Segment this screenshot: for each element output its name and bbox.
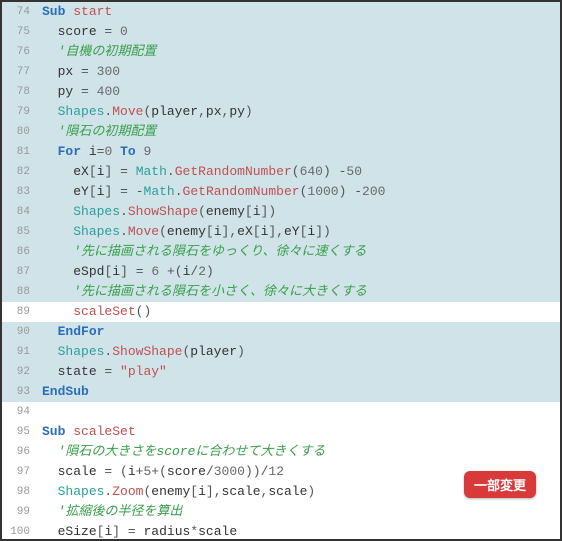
code-line[interactable]: 96 '隕石の大きさをscoreに合わせて大きくする — [2, 442, 560, 462]
line-content: '隕石の大きさをscoreに合わせて大きくする — [40, 442, 560, 462]
code-line[interactable]: 87 eSpd[i] = 6 +(i/2) — [2, 262, 560, 282]
line-content: '先に描画される隕石を小さく、徐々に大きくする — [40, 282, 560, 302]
code-line[interactable]: 88 '先に描画される隕石を小さく、徐々に大きくする — [2, 282, 560, 302]
line-number: 89 — [2, 302, 40, 322]
code-line[interactable]: 94 — [2, 402, 560, 422]
line-number: 82 — [2, 162, 40, 182]
line-number: 75 — [2, 22, 40, 42]
line-content: Sub start — [40, 2, 560, 22]
line-content: '自機の初期配置 — [40, 42, 560, 62]
code-line[interactable]: 79 Shapes.Move(player,px,py) — [2, 102, 560, 122]
code-line[interactable]: 75 score = 0 — [2, 22, 560, 42]
line-content: eSpd[i] = 6 +(i/2) — [40, 262, 560, 282]
line-content: EndSub — [40, 382, 560, 402]
line-number: 84 — [2, 202, 40, 222]
line-number: 99 — [2, 502, 40, 522]
line-content: eY[i] = -Math.GetRandomNumber(1000) -200 — [40, 182, 560, 202]
line-content: px = 300 — [40, 62, 560, 82]
line-content: eX[i] = Math.GetRandomNumber(640) -50 — [40, 162, 560, 182]
line-content: Sub scaleSet — [40, 422, 560, 442]
line-content: For i=0 To 9 — [40, 142, 560, 162]
line-number: 83 — [2, 182, 40, 202]
line-number: 97 — [2, 462, 40, 482]
line-content: scaleSet() — [40, 302, 560, 322]
code-line[interactable]: 76 '自機の初期配置 — [2, 42, 560, 62]
line-number: 91 — [2, 342, 40, 362]
line-content: Shapes.ShowShape(enemy[i]) — [40, 202, 560, 222]
line-content: score = 0 — [40, 22, 560, 42]
line-number: 95 — [2, 422, 40, 442]
line-number: 74 — [2, 2, 40, 22]
line-number: 92 — [2, 362, 40, 382]
line-number: 90 — [2, 322, 40, 342]
line-number: 88 — [2, 282, 40, 302]
code-area[interactable]: 74Sub start75 score = 076 '自機の初期配置77 px … — [2, 2, 560, 539]
code-line[interactable]: 82 eX[i] = Math.GetRandomNumber(640) -50 — [2, 162, 560, 182]
code-line[interactable]: 89 scaleSet() — [2, 302, 560, 322]
code-line[interactable]: 77 px = 300 — [2, 62, 560, 82]
code-line[interactable]: 86 '先に描画される隕石をゆっくり、徐々に速くする — [2, 242, 560, 262]
line-number: 77 — [2, 62, 40, 82]
line-number: 85 — [2, 222, 40, 242]
line-number: 86 — [2, 242, 40, 262]
code-line[interactable]: 83 eY[i] = -Math.GetRandomNumber(1000) -… — [2, 182, 560, 202]
line-number: 78 — [2, 82, 40, 102]
code-line[interactable]: 80 '隕石の初期配置 — [2, 122, 560, 142]
line-content: Shapes.Move(enemy[i],eX[i],eY[i]) — [40, 222, 560, 242]
code-line[interactable]: 99 '拡縮後の半径を算出 — [2, 502, 560, 522]
code-line[interactable]: 74Sub start — [2, 2, 560, 22]
line-content: '拡縮後の半径を算出 — [40, 502, 560, 522]
line-content: '隕石の初期配置 — [40, 122, 560, 142]
line-number: 87 — [2, 262, 40, 282]
line-number: 96 — [2, 442, 40, 462]
code-line[interactable]: 90 EndFor — [2, 322, 560, 342]
code-line[interactable]: 95Sub scaleSet — [2, 422, 560, 442]
line-content: eSize[i] = radius*scale — [40, 522, 560, 539]
code-line[interactable]: 81 For i=0 To 9 — [2, 142, 560, 162]
line-number: 98 — [2, 482, 40, 502]
code-editor-window: 74Sub start75 score = 076 '自機の初期配置77 px … — [0, 0, 562, 541]
line-content: state = "play" — [40, 362, 560, 382]
change-badge: 一部変更 — [464, 471, 536, 498]
line-number: 76 — [2, 42, 40, 62]
line-number: 80 — [2, 122, 40, 142]
line-content: Shapes.ShowShape(player) — [40, 342, 560, 362]
code-line[interactable]: 85 Shapes.Move(enemy[i],eX[i],eY[i]) — [2, 222, 560, 242]
code-line[interactable]: 78 py = 400 — [2, 82, 560, 102]
line-number: 94 — [2, 402, 40, 422]
line-content: Shapes.Move(player,px,py) — [40, 102, 560, 122]
line-content: '先に描画される隕石をゆっくり、徐々に速くする — [40, 242, 560, 262]
line-content: EndFor — [40, 322, 560, 342]
code-line[interactable]: 92 state = "play" — [2, 362, 560, 382]
line-number: 79 — [2, 102, 40, 122]
code-line[interactable]: 84 Shapes.ShowShape(enemy[i]) — [2, 202, 560, 222]
code-line[interactable]: 93EndSub — [2, 382, 560, 402]
line-content: py = 400 — [40, 82, 560, 102]
line-number: 93 — [2, 382, 40, 402]
line-number: 100 — [2, 522, 40, 539]
code-line[interactable]: 91 Shapes.ShowShape(player) — [2, 342, 560, 362]
line-number: 81 — [2, 142, 40, 162]
code-line[interactable]: 100 eSize[i] = radius*scale — [2, 522, 560, 539]
